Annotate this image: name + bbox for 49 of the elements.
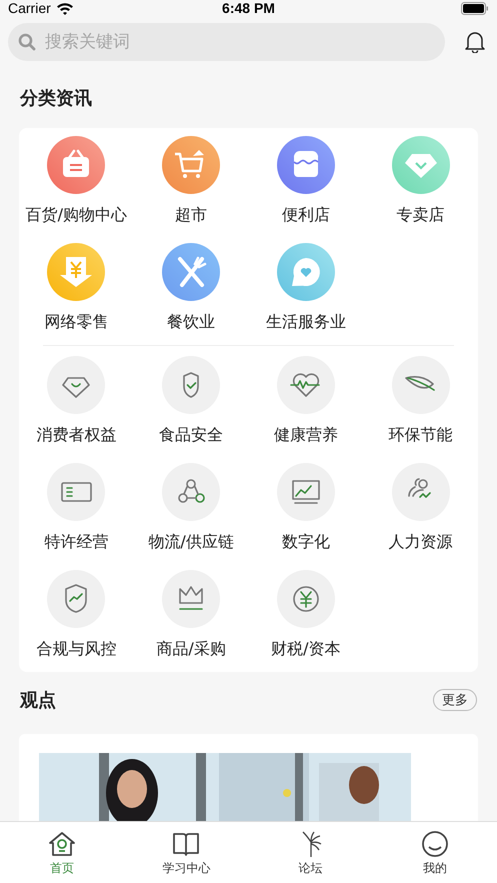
more-button[interactable]: 更多 — [433, 689, 477, 711]
home-icon — [48, 830, 76, 858]
fork-knife-icon[interactable] — [162, 243, 220, 301]
category-label: 物流/供应链 — [148, 532, 234, 553]
category-label: 特许经营 — [44, 532, 108, 553]
category-label: 合规与风控 — [36, 639, 116, 660]
basket-icon[interactable] — [47, 136, 106, 194]
card-icon[interactable] — [47, 463, 106, 521]
smile-icon — [420, 830, 449, 858]
category-label: 健康营养 — [274, 425, 338, 446]
category-label: 超市 — [175, 205, 208, 226]
nodes-icon[interactable] — [162, 463, 220, 521]
heart-pulse-icon[interactable] — [276, 356, 335, 414]
tab[interactable]: 我的 — [372, 822, 497, 883]
category-label: 消费者权益 — [36, 425, 116, 446]
shield-check-icon[interactable] — [162, 356, 220, 414]
carrier-name: Carrier — [8, 0, 51, 16]
book-icon — [172, 830, 200, 858]
category-label: 网络零售 — [44, 312, 108, 333]
leaf-icon[interactable] — [392, 356, 450, 414]
battery-icon — [461, 2, 489, 14]
category-label: 专卖店 — [396, 205, 445, 226]
category-label: 百货/购物中心 — [26, 205, 128, 226]
tab[interactable]: 论坛 — [248, 822, 373, 883]
tab[interactable]: 首页 — [0, 822, 124, 883]
cart-icon[interactable] — [162, 136, 220, 194]
people-icon[interactable] — [392, 463, 450, 521]
category-label: 商品/采购 — [156, 639, 226, 660]
tab[interactable]: 学习中心 — [124, 822, 248, 883]
wifi-icon — [56, 2, 74, 14]
gem-icon[interactable] — [47, 356, 106, 414]
category-label: 财税/资本 — [271, 639, 341, 660]
category-label: 便利店 — [282, 205, 330, 226]
clock-time: 6:48 PM — [222, 0, 275, 16]
category-label: 食品安全 — [159, 425, 224, 446]
section-title: 分类资讯 — [20, 87, 92, 110]
category-label: 餐饮业 — [167, 312, 216, 333]
category-label: 环保节能 — [388, 425, 453, 446]
category-label: 人力资源 — [388, 532, 453, 553]
category-label: 数字化 — [282, 532, 330, 553]
search-field[interactable]: 搜索关键词 — [8, 23, 445, 61]
yen-icon[interactable] — [276, 570, 335, 628]
category-label: 生活服务业 — [266, 312, 346, 333]
chart-monitor-icon[interactable] — [276, 463, 335, 521]
shop-icon[interactable] — [276, 136, 335, 194]
shield-chart-icon[interactable] — [47, 570, 106, 628]
bell-icon[interactable] — [465, 31, 485, 53]
crown-icon[interactable] — [162, 570, 220, 628]
section-title: 观点 — [20, 689, 56, 712]
